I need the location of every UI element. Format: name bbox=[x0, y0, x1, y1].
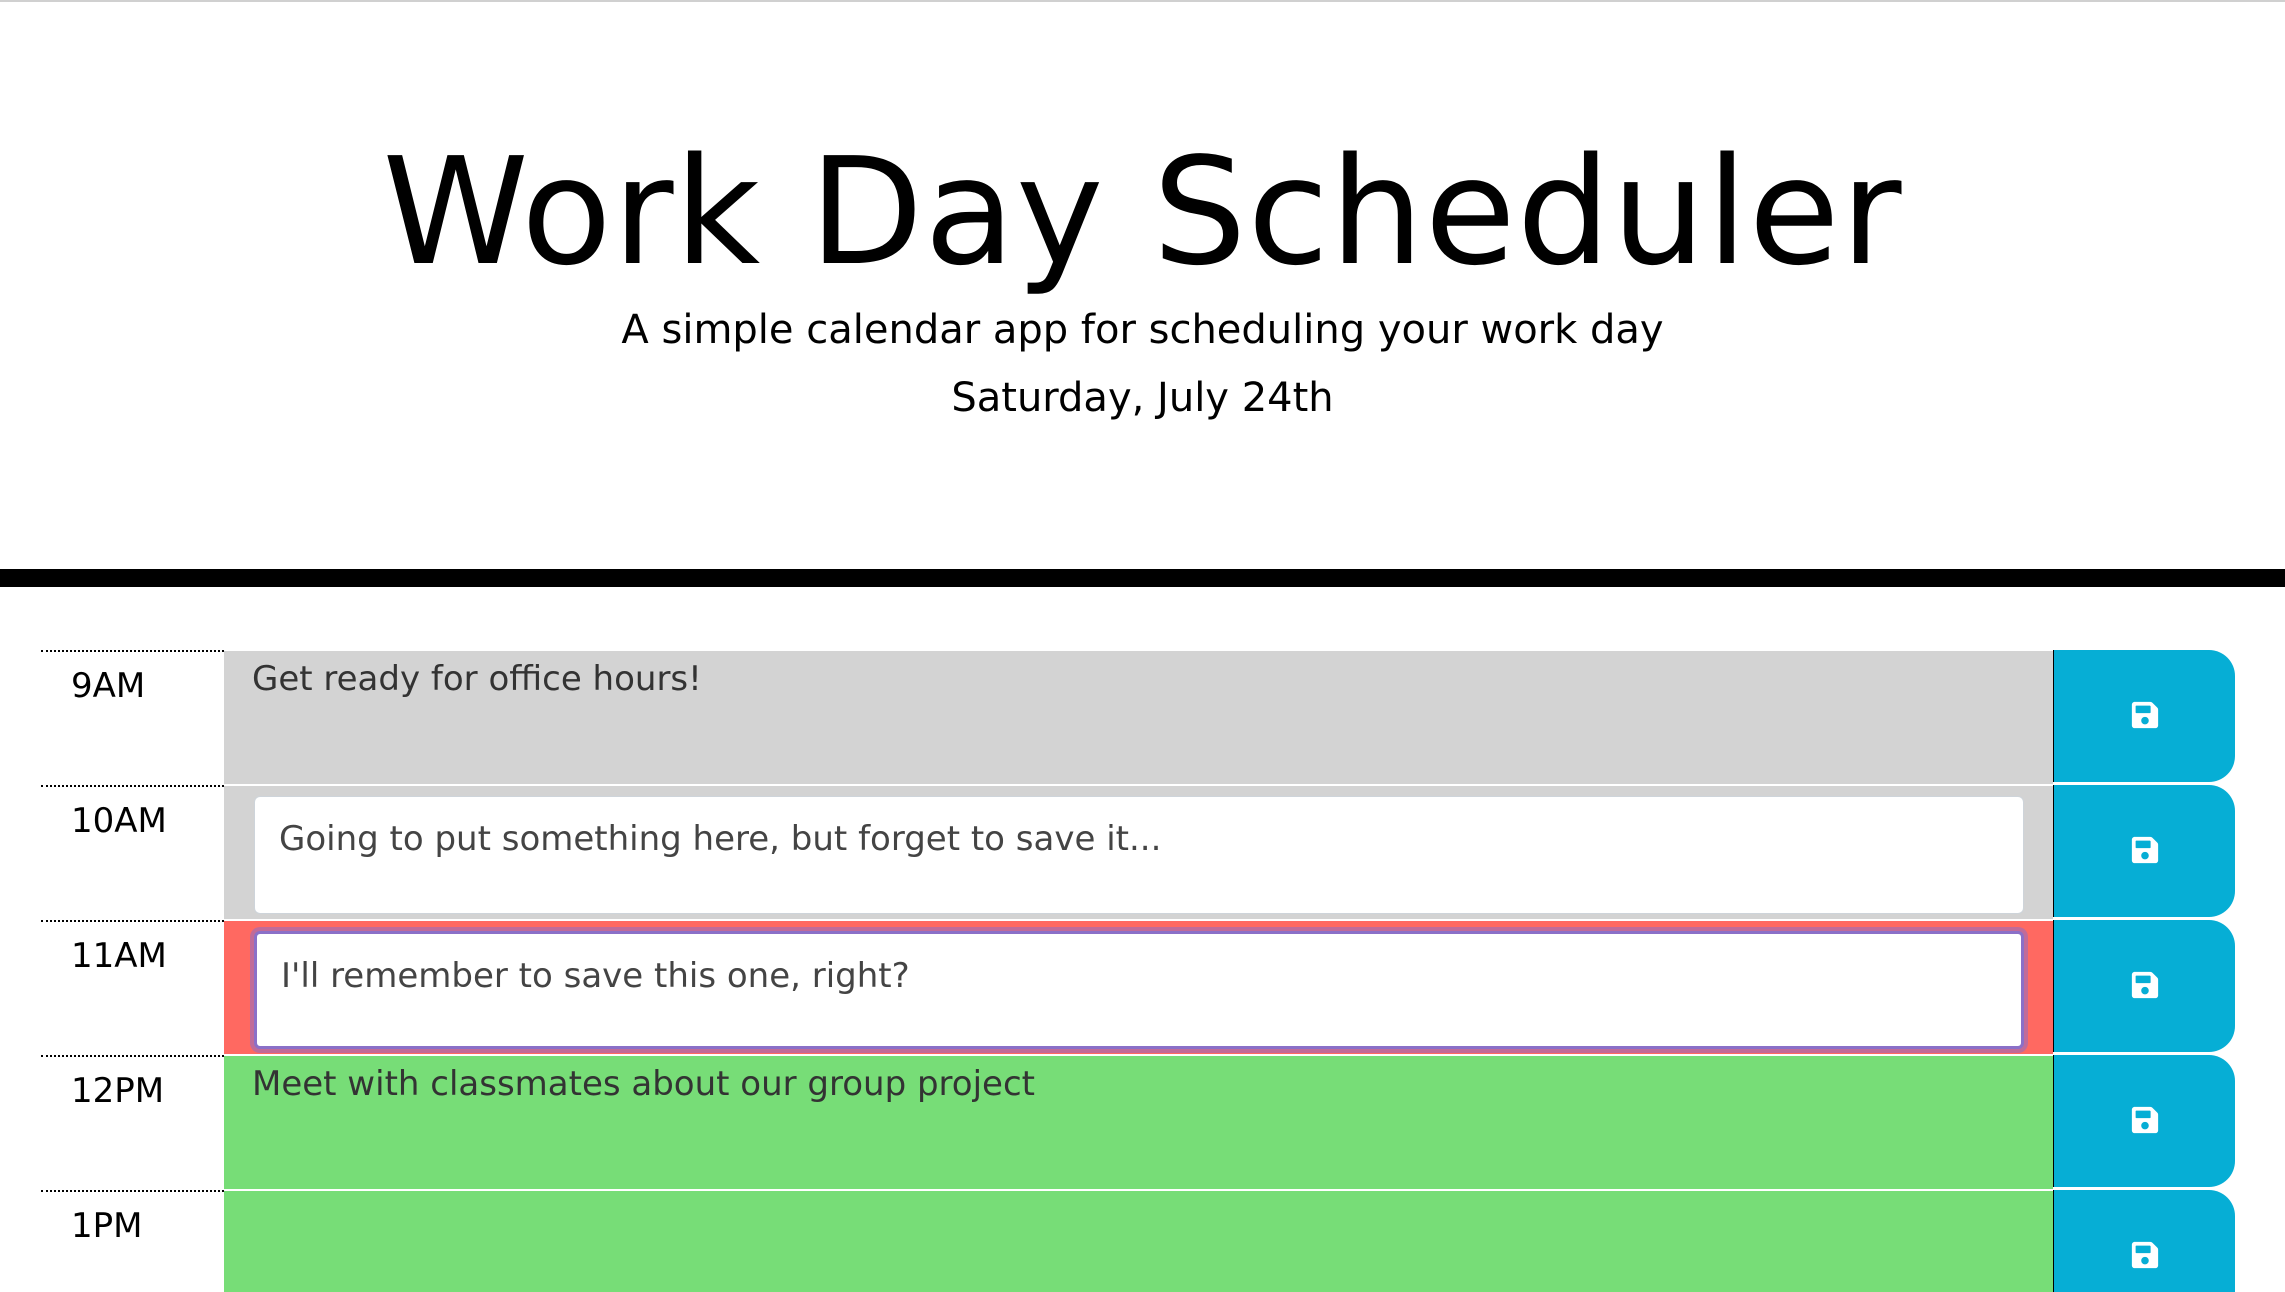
save-button[interactable] bbox=[2053, 1190, 2235, 1292]
timeblock-row-10am: 10AM Going to put something here, but fo… bbox=[0, 785, 2285, 920]
hour-label: 1PM bbox=[41, 1190, 224, 1292]
save-icon bbox=[2131, 1106, 2159, 1134]
save-button[interactable] bbox=[2053, 920, 2235, 1052]
hour-label: 9AM bbox=[41, 650, 224, 784]
current-day: Saturday, July 24th bbox=[951, 375, 1334, 421]
save-button[interactable] bbox=[2053, 650, 2235, 782]
description-area[interactable] bbox=[224, 1190, 2053, 1292]
description-area[interactable]: Get ready for office hours! bbox=[224, 650, 2053, 784]
hour-label: 12PM bbox=[41, 1055, 224, 1189]
hour-label: 10AM bbox=[41, 785, 224, 919]
page-subtitle: A simple calendar app for scheduling you… bbox=[621, 307, 1664, 353]
timeblock-row-9am: 9AM Get ready for office hours! bbox=[0, 650, 2285, 785]
page: Work Day Scheduler A simple calendar app… bbox=[0, 0, 2285, 1292]
save-button[interactable] bbox=[2053, 1055, 2235, 1187]
save-button[interactable] bbox=[2053, 785, 2235, 917]
description-text[interactable]: Meet with classmates about our group pro… bbox=[252, 1060, 1035, 1108]
hour-label: 11AM bbox=[41, 920, 224, 1054]
timeblock-container: 9AM Get ready for office hours! 10AM Goi… bbox=[0, 650, 2285, 1292]
timeblock-row-1pm: 1PM bbox=[0, 1190, 2285, 1292]
save-icon bbox=[2131, 836, 2159, 864]
description-text[interactable]: Get ready for office hours! bbox=[252, 655, 702, 703]
timeblock-row-11am: 11AM I'll remember to save this one, rig… bbox=[0, 920, 2285, 1055]
description-area[interactable]: Meet with classmates about our group pro… bbox=[224, 1055, 2053, 1189]
save-icon bbox=[2131, 701, 2159, 729]
save-icon bbox=[2131, 971, 2159, 999]
description-input[interactable]: Going to put something here, but forget … bbox=[254, 796, 2024, 914]
save-icon bbox=[2131, 1241, 2159, 1269]
description-input[interactable]: I'll remember to save this one, right? bbox=[254, 931, 2024, 1049]
page-title: Work Day Scheduler bbox=[382, 126, 1903, 298]
description-area: I'll remember to save this one, right? bbox=[224, 920, 2053, 1054]
timeblock-row-12pm: 12PM Meet with classmates about our grou… bbox=[0, 1055, 2285, 1190]
description-area: Going to put something here, but forget … bbox=[224, 785, 2053, 919]
jumbotron-header: Work Day Scheduler A simple calendar app… bbox=[0, 2, 2285, 569]
header-divider bbox=[0, 569, 2285, 587]
